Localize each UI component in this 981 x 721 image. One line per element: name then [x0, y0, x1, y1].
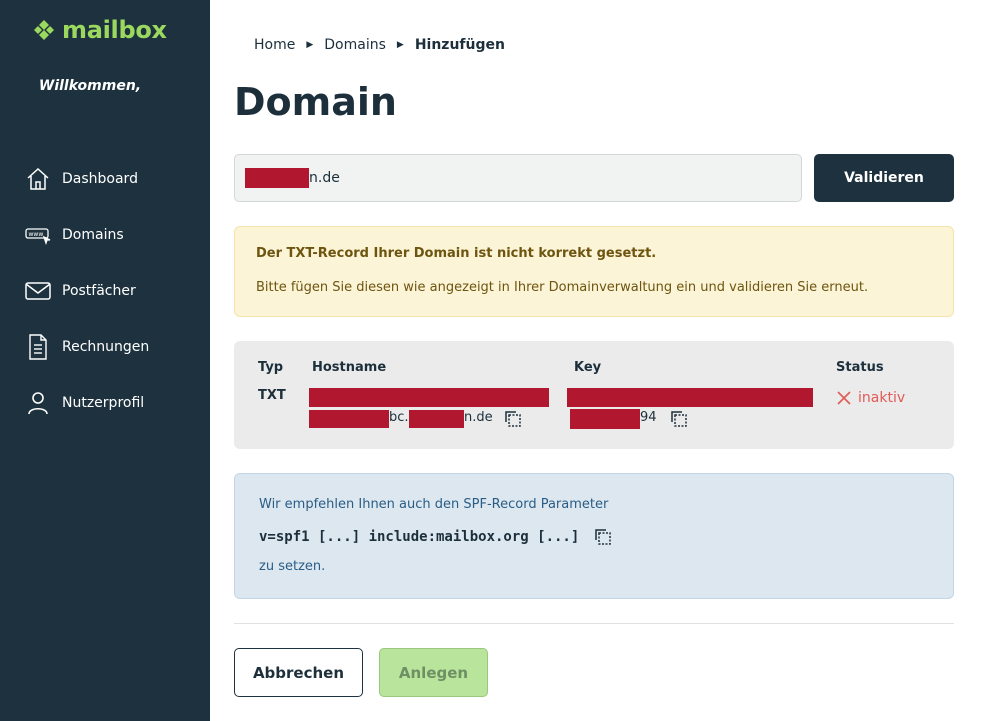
hostname-fragment: bc. — [389, 410, 409, 425]
breadcrumb-home[interactable]: Home — [254, 37, 295, 53]
user-icon — [24, 390, 52, 416]
warning-message: Bitte fügen Sie diesen wie angezeigt in … — [256, 280, 869, 295]
header-type: Typ — [258, 360, 284, 375]
key-fragment: 94 — [640, 410, 657, 425]
redacted-block — [567, 388, 813, 407]
sidebar-item-invoices[interactable]: Rechnungen — [24, 332, 149, 362]
mailbox-logo-icon — [34, 20, 54, 40]
record-type: TXT — [258, 388, 286, 403]
spf-intro: Wir empfehlen Ihnen auch den SPF-Record … — [259, 497, 609, 512]
warning-title: Der TXT-Record Ihrer Domain ist nicht ko… — [256, 246, 657, 261]
spf-outro: zu setzen. — [259, 559, 326, 574]
sidebar-item-dashboard[interactable]: Dashboard — [24, 164, 138, 194]
cancel-button[interactable]: Abbrechen — [234, 648, 363, 697]
create-button[interactable]: Anlegen — [379, 648, 488, 697]
redacted-block — [309, 388, 549, 407]
copy-icon[interactable] — [504, 410, 522, 428]
warning-alert: Der TXT-Record Ihrer Domain ist nicht ko… — [234, 226, 954, 317]
copy-icon[interactable] — [670, 410, 688, 428]
status-text: inaktiv — [858, 390, 906, 406]
welcome-text: Willkommen, — [38, 78, 142, 94]
chevron-right-icon: ▶ — [396, 40, 404, 50]
redacted-block — [570, 409, 640, 429]
breadcrumb: Home ▶ Domains ▶ Hinzufügen — [254, 37, 505, 53]
sidebar-item-label: Postfächer — [62, 283, 136, 299]
sidebar-item-label: Nutzerprofil — [62, 395, 145, 411]
sidebar-item-domains[interactable]: www Domains — [24, 220, 124, 250]
svg-text:www: www — [29, 231, 44, 238]
spf-value-row: v=spf1 [...] include:mailbox.org [...] — [259, 528, 612, 546]
redacted-block — [245, 168, 309, 188]
chevron-right-icon: ▶ — [306, 40, 314, 50]
breadcrumb-current: Hinzufügen — [414, 37, 505, 53]
sidebar-item-mailboxes[interactable]: Postfächer — [24, 276, 136, 306]
hostname-fragment: n.de — [464, 410, 493, 425]
breadcrumb-domains[interactable]: Domains — [324, 37, 386, 53]
header-key: Key — [574, 360, 602, 375]
spf-info-alert: Wir empfehlen Ihnen auch den SPF-Record … — [234, 473, 954, 599]
mail-icon — [24, 278, 52, 304]
validate-button[interactable]: Validieren — [814, 154, 954, 202]
document-icon — [24, 334, 52, 360]
sidebar-item-label: Domains — [62, 227, 124, 243]
domain-input-value: n.de — [309, 170, 340, 186]
sidebar: mailbox Willkommen, Dashboard www Domain… — [0, 0, 210, 721]
divider — [234, 623, 954, 624]
dns-record-table: Typ Hostname Key Status TXT bc. n.de 94 … — [234, 341, 954, 449]
header-status: Status — [836, 360, 884, 375]
domain-input[interactable]: n.de — [234, 154, 802, 202]
home-icon — [24, 166, 52, 192]
sidebar-item-profile[interactable]: Nutzerprofil — [24, 388, 144, 418]
status-badge: inaktiv — [836, 390, 905, 406]
sidebar-item-label: Rechnungen — [62, 339, 150, 355]
copy-icon[interactable] — [594, 528, 612, 546]
logo[interactable]: mailbox — [32, 16, 167, 44]
redacted-block — [409, 410, 464, 428]
sidebar-item-label: Dashboard — [62, 171, 138, 187]
spf-value: v=spf1 [...] include:mailbox.org [...] — [259, 529, 580, 545]
page-title: Domain — [234, 80, 397, 124]
redacted-block — [309, 410, 389, 428]
header-hostname: Hostname — [312, 360, 387, 375]
close-icon — [837, 391, 851, 405]
logo-text: mailbox — [62, 16, 167, 44]
www-icon: www — [24, 222, 52, 248]
